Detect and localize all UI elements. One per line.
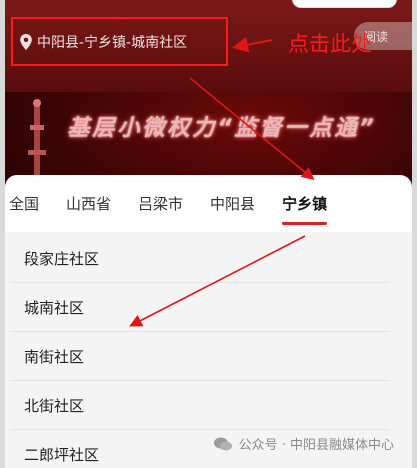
tab-lvliang[interactable]: 吕梁市	[138, 193, 183, 214]
tab-zhongyang[interactable]: 中阳县	[210, 193, 255, 214]
banner-slogan: 基层小微权力“监督一点通”	[67, 116, 377, 141]
app-frame: 中阳县-宁乡镇-城南社区 阅读 点击此处 基层小微权力“监督一点通” 全国 山西…	[5, 0, 412, 468]
location-selector[interactable]: 中阳县-宁乡镇-城南社区	[11, 17, 228, 66]
tab-national[interactable]: 全国	[9, 193, 39, 214]
location-text: 中阳县-宁乡镇-城南社区	[37, 34, 188, 51]
annotation-label: 点击此处	[288, 32, 372, 56]
list-item-nanjie[interactable]: 南街社区	[10, 332, 390, 381]
tab-ningxiang[interactable]: 宁乡镇	[282, 193, 328, 225]
region-tabs: 全国 山西省 吕梁市 中阳县 宁乡镇	[5, 175, 412, 232]
list-item-duanjiazhuang[interactable]: 段家庄社区	[10, 234, 390, 283]
community-list: 段家庄社区 城南社区 南街社区 北街社区 二郎坪社区	[10, 234, 390, 468]
wechat-icon	[213, 437, 232, 450]
top-search-stub[interactable]	[292, 0, 397, 8]
banner: 中阳县-宁乡镇-城南社区 阅读 点击此处 基层小微权力“监督一点通”	[5, 0, 412, 200]
location-pin-icon	[20, 33, 32, 50]
watermark: 公众号 · 中阳县融媒体中心	[213, 434, 394, 453]
list-item-chengnan[interactable]: 城南社区	[10, 283, 390, 332]
watermark-text: 公众号 · 中阳县融媒体中心	[238, 438, 394, 453]
list-item-beijie[interactable]: 北街社区	[10, 381, 390, 430]
tab-shanxi[interactable]: 山西省	[66, 193, 111, 214]
